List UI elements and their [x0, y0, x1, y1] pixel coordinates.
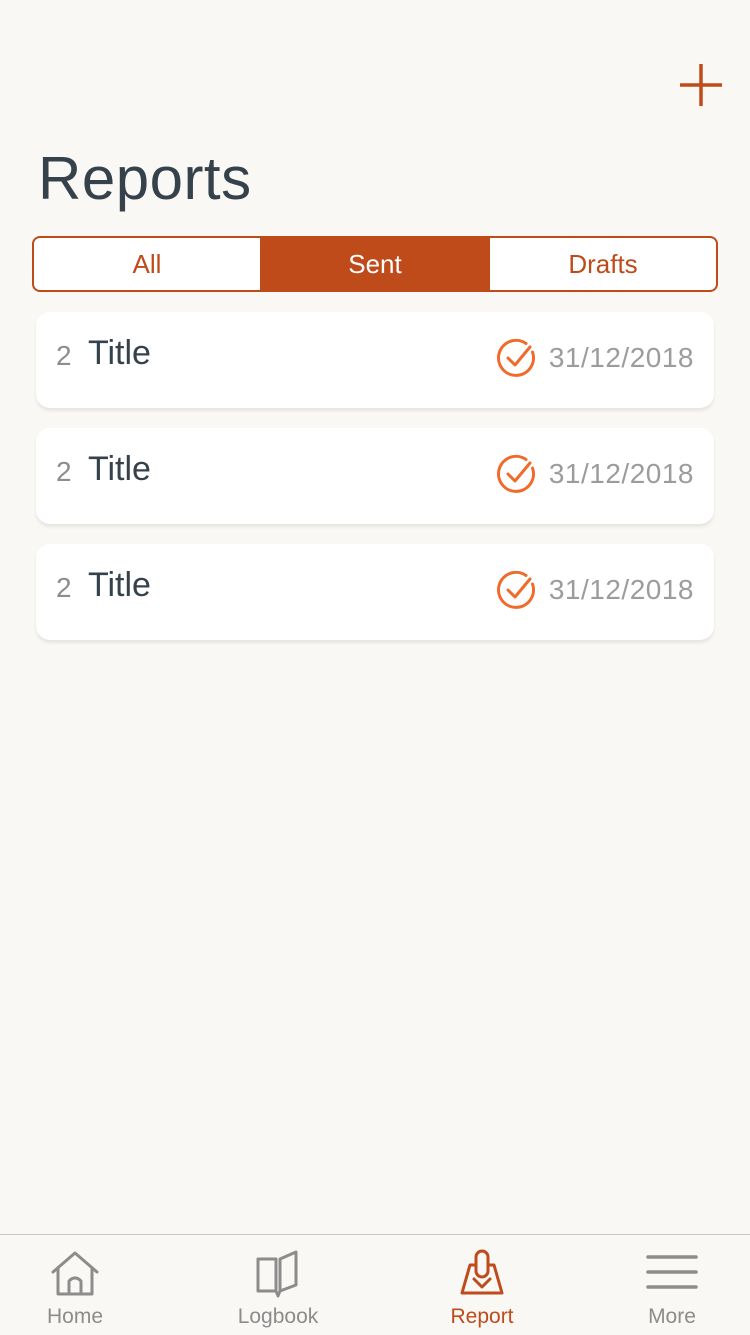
tab-logbook-label: Logbook — [237, 1305, 319, 1328]
tab-home[interactable]: Home — [0, 1235, 150, 1335]
report-card[interactable]: 2 Title 31/12/2018 — [36, 544, 714, 640]
book-icon — [256, 1250, 298, 1298]
plus-icon — [680, 64, 722, 106]
report-count: 2 — [56, 456, 72, 487]
report-filter-segmented-control: All Sent Drafts — [32, 236, 718, 292]
report-date: 31/12/2018 — [548, 342, 694, 373]
report-title: Title — [88, 450, 151, 488]
report-date: 31/12/2018 — [548, 574, 694, 605]
check-circle-icon — [497, 570, 535, 609]
home-icon — [51, 1251, 99, 1296]
tab-home-label: Home — [46, 1305, 104, 1328]
tab-logbook[interactable]: Logbook — [203, 1235, 353, 1335]
check-circle-icon — [497, 338, 535, 377]
tab-more[interactable]: More — [597, 1235, 747, 1335]
report-title: Title — [88, 566, 151, 604]
segment-drafts[interactable]: Drafts — [488, 238, 716, 290]
segment-all[interactable]: All — [34, 238, 260, 290]
tab-report-label: Report — [450, 1305, 514, 1328]
report-card[interactable]: 2 Title 31/12/2018 — [36, 312, 714, 408]
segment-sent[interactable]: Sent — [260, 238, 488, 290]
tab-more-label: More — [648, 1305, 696, 1328]
report-card[interactable]: 2 Title 31/12/2018 — [36, 428, 714, 524]
report-list: 2 Title 31/12/2018 2 Title 31/12/2018 2 … — [36, 312, 714, 660]
bottom-tab-bar: Home Logbook Report More — [0, 1234, 750, 1335]
tab-report[interactable]: Report — [407, 1235, 557, 1335]
report-date: 31/12/2018 — [548, 458, 694, 489]
report-count: 2 — [56, 572, 72, 603]
report-title: Title — [88, 334, 151, 372]
report-icon — [460, 1249, 504, 1295]
menu-icon — [646, 1255, 698, 1289]
report-count: 2 — [56, 340, 72, 371]
page-title: Reports — [38, 145, 252, 212]
add-report-button[interactable] — [678, 62, 724, 108]
check-circle-icon — [497, 454, 535, 493]
